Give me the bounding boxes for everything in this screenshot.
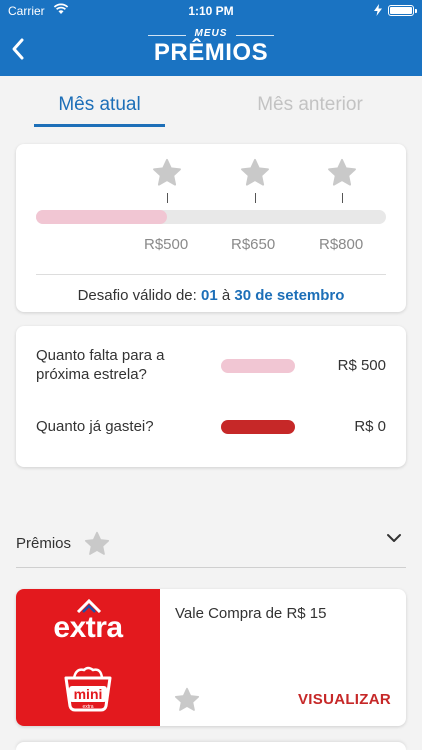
mini-basket-icon: mini extra — [64, 666, 112, 712]
chevron-down-icon[interactable] — [384, 530, 404, 546]
card-divider — [36, 274, 386, 275]
mini-brand-text: mini — [74, 686, 103, 702]
mini-brand-small-text: extra — [82, 704, 93, 710]
spending-summary-card: Quanto falta para a próxima estrela? R$ … — [16, 326, 406, 467]
tab-current-month[interactable]: Mês atual — [34, 94, 165, 116]
milestone-label: R$500 — [144, 236, 189, 253]
challenge-end-date: 30 de setembro — [234, 287, 345, 304]
back-button[interactable] — [6, 34, 30, 64]
milestone-tick — [167, 193, 168, 203]
next-star-label: Quanto falta para a próxima estrela? — [36, 347, 165, 383]
challenge-start-day: 01 — [201, 287, 218, 304]
battery-icon — [388, 5, 417, 16]
challenge-period: Desafio válido de: 01 à 30 de setembro — [16, 287, 406, 304]
milestone-label: R$800 — [319, 236, 364, 253]
view-prize-button[interactable]: VISUALIZAR — [298, 691, 391, 708]
extra-brand-text: extra — [53, 611, 123, 644]
star-icon — [84, 531, 110, 555]
status-time: 1:10 PM — [188, 4, 234, 18]
milestone-tick — [342, 193, 343, 203]
active-tab-indicator — [34, 124, 165, 127]
status-bar: Carrier 1:10 PM — [0, 0, 422, 22]
section-divider — [16, 567, 406, 568]
app-header: Carrier 1:10 PM MEUS PRÊMIOS — [0, 0, 422, 76]
next-prize-card[interactable] — [16, 742, 406, 750]
logo-main-text: PRÊMIOS — [153, 39, 269, 66]
progress-bar — [36, 210, 386, 224]
tab-previous-month[interactable]: Mês anterior — [240, 94, 380, 116]
milestone-tick — [255, 193, 256, 203]
progress-card: R$500 R$650 R$800 Desafio válido de: 01 … — [16, 144, 406, 312]
next-star-value: R$ 500 — [337, 357, 386, 374]
star-icon — [174, 687, 200, 711]
star-icon — [241, 158, 269, 186]
prize-card[interactable]: extra mini extra Vale Compra de R$ 15 VI… — [16, 589, 406, 726]
meus-premios-logo: MEUS PRÊMIOS — [140, 28, 282, 70]
star-icon — [328, 158, 356, 186]
challenge-prefix: Desafio válido de: — [77, 287, 197, 304]
challenge-connector: à — [221, 287, 231, 304]
star-icon — [153, 158, 181, 186]
prizes-section-title: Prêmios — [16, 535, 72, 552]
extra-mini-logo: extra mini extra — [16, 589, 160, 726]
spent-label: Quanto já gastei? — [36, 418, 154, 435]
next-star-indicator — [221, 359, 295, 373]
spent-value: R$ 0 — [354, 418, 386, 435]
progress-fill — [36, 210, 168, 224]
spent-indicator — [221, 420, 295, 434]
prize-name: Vale Compra de R$ 15 — [175, 605, 327, 622]
milestone-label: R$650 — [231, 236, 276, 253]
month-tabs: Mês atual Mês anterior — [0, 76, 422, 128]
charging-icon — [374, 4, 382, 16]
